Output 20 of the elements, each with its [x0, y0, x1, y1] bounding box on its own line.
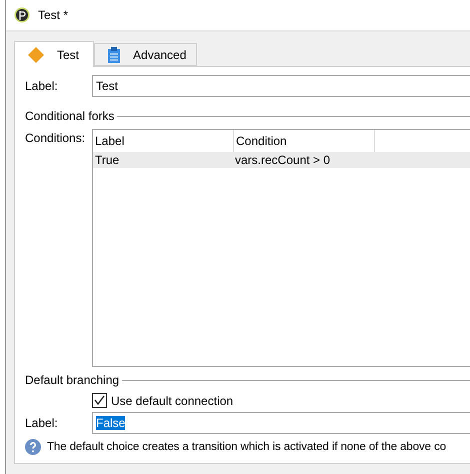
table-row[interactable]: True vars.recCount > 0 [93, 152, 470, 168]
checkbox-label: Use default connection [111, 394, 234, 408]
table-cell-text: True [94, 152, 120, 168]
group-title: Default branching [25, 373, 120, 387]
info-text: The default choice creates a transition which is activated if none of the above co [47, 441, 446, 453]
table-cell-text: vars.recCount > 0 [234, 152, 332, 168]
input-field[interactable]: False [92, 412, 470, 434]
diamond-icon [27, 46, 45, 64]
help-icon [25, 439, 41, 455]
tab[interactable]: Test [14, 41, 94, 67]
checkbox[interactable] [92, 393, 107, 408]
app-logo-icon [14, 7, 30, 23]
tab[interactable]: Advanced [94, 43, 198, 66]
clipboard-icon [107, 46, 122, 62]
field-label: Conditions: [25, 131, 86, 145]
field-label: Label: [25, 416, 59, 430]
field-label: Label: [25, 79, 59, 93]
input-field[interactable]: Test [92, 75, 470, 97]
group-title: Conditional forks [25, 109, 114, 123]
window-title: Test * [38, 8, 68, 22]
